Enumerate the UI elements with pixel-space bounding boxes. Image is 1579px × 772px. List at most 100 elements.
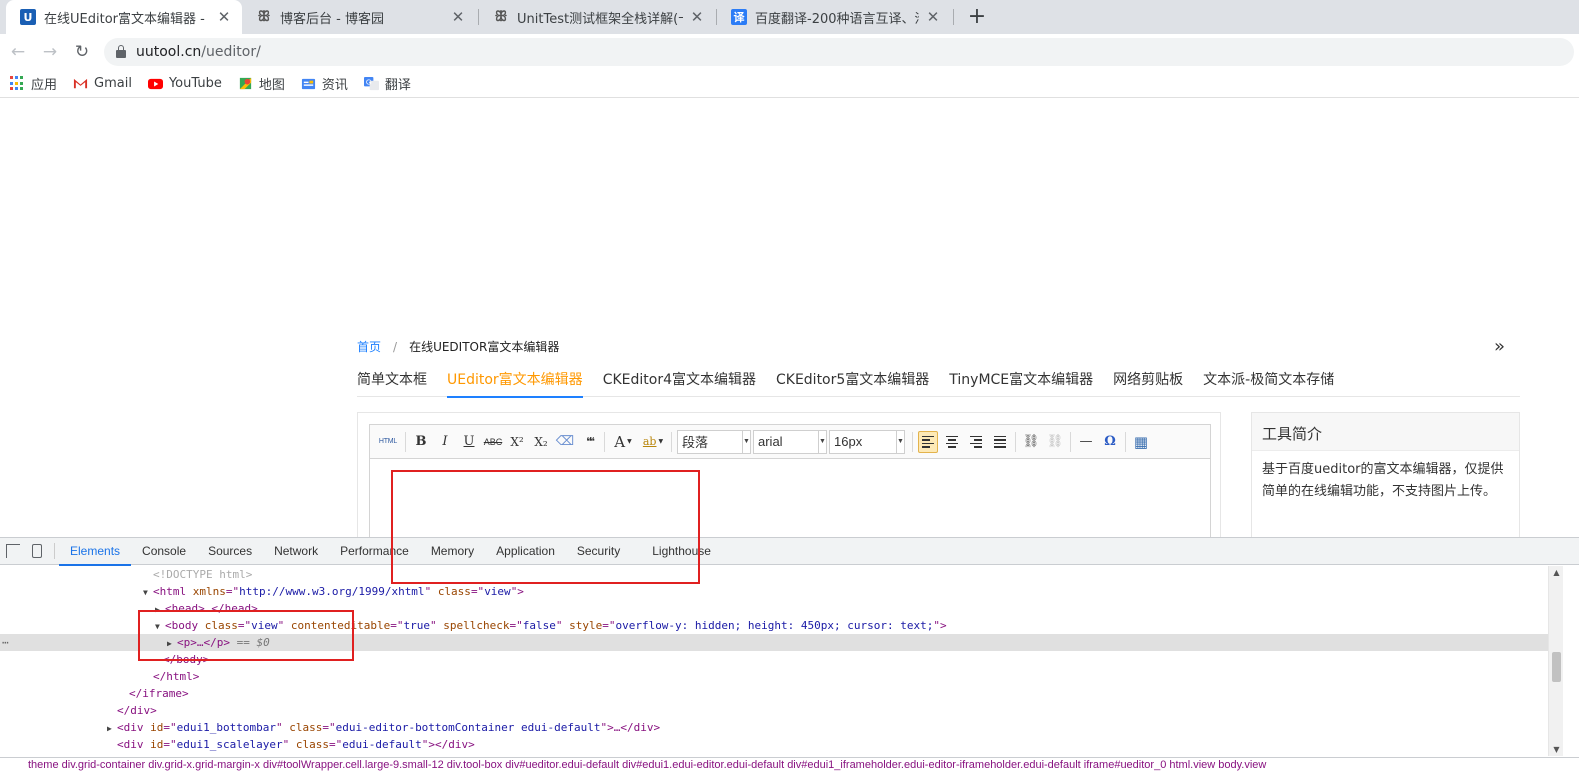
dropdown-arrow-icon: ▼ [896, 430, 904, 453]
bookmark-label: Gmail [94, 76, 132, 91]
devtools-breadcrumb-bar[interactable]: theme div.grid-container div.grid-x.grid… [0, 757, 1579, 772]
bookmark-gmail[interactable]: Gmail [73, 76, 132, 91]
address-bar[interactable]: uutool.cn/ueditor/ [104, 38, 1574, 66]
align-justify-icon [994, 435, 1006, 448]
dom-node-div-close[interactable]: </div> [0, 702, 1548, 719]
reload-button[interactable]: ↻ [70, 40, 94, 64]
attr-value: false [522, 619, 556, 632]
dom-node-html-close[interactable]: </html> [0, 668, 1548, 685]
gmail-icon [73, 78, 88, 89]
close-tag: </html> [153, 670, 200, 683]
attr-value: edui-editor-bottomContainer edui-default [335, 721, 601, 734]
horizontal-rule-icon[interactable]: — [1076, 431, 1096, 453]
attr-value: view [484, 585, 511, 598]
tab-simple-textbox[interactable]: 简单文本框 [357, 369, 427, 397]
device-toolbar-icon[interactable] [32, 544, 42, 558]
news-icon [301, 78, 315, 90]
highlight-color-button[interactable]: ab ▼ [640, 431, 666, 453]
bookmark-label: 地图 [258, 78, 285, 93]
font-color-button[interactable]: A ▼ [610, 431, 636, 453]
breadcrumb-home-link[interactable]: 首页 [357, 338, 381, 355]
tab-title: 百度翻译-200种语言互译、沟通全 [755, 11, 919, 27]
devtools-tab-elements[interactable]: Elements [59, 538, 132, 566]
tab-web-clipboard[interactable]: 网络剪贴板 [1113, 369, 1183, 397]
breadcrumb: 首页 / 在线UEDITOR富文本编辑器 [357, 338, 559, 355]
forward-button[interactable]: → [38, 40, 62, 64]
special-char-omega-icon[interactable]: Ω [1100, 431, 1120, 453]
dom-node-doctype[interactable]: <!DOCTYPE html> [0, 566, 1548, 583]
close-tab-icon[interactable]: ✕ [689, 8, 705, 26]
tab-ueditor[interactable]: UEditor富文本编辑器 [447, 369, 583, 398]
maps-icon [239, 77, 251, 90]
close-tab-icon[interactable]: ✕ [216, 8, 232, 26]
bookmarks-bar: 应用 Gmail YouTube 地图 资讯 G 翻译 [0, 70, 1579, 98]
font-size-select[interactable]: 16px ▼ [829, 429, 905, 454]
paragraph-select[interactable]: 段落 ▼ [677, 429, 751, 454]
inspect-element-icon[interactable] [6, 544, 20, 558]
dom-node-iframe-close[interactable]: </iframe> [0, 685, 1548, 702]
scroll-up-icon[interactable]: ▲ [1549, 568, 1564, 577]
devtools-tab-sources[interactable]: Sources [197, 538, 263, 565]
bookmark-translate[interactable]: G 翻译 [363, 74, 411, 93]
new-tab-button[interactable]: + [965, 3, 989, 31]
font-family-select-value: arial [758, 434, 783, 449]
italic-button[interactable]: I [435, 431, 455, 453]
subscript-button[interactable]: X₂ [531, 431, 551, 453]
dom-node-bottombar[interactable]: ▶ <div id="edui1_bottombar" class="edui-e… [0, 719, 1548, 736]
expand-chevron-icon[interactable]: » [1494, 336, 1505, 357]
eraser-icon[interactable]: ⌫ [555, 431, 575, 453]
browser-tab-ueditor[interactable]: U 在线UEditor富文本编辑器 - UU在 ✕ [6, 0, 242, 34]
close-tag: </iframe> [129, 687, 189, 700]
expand-triangle-icon[interactable]: ▶ [107, 720, 117, 737]
breadcrumb-current: 在线UEDITOR富文本编辑器 [409, 340, 560, 354]
toolbar-separator [1125, 431, 1126, 452]
bold-button[interactable]: B [411, 431, 431, 453]
dom-node-scalelayer[interactable]: <div id="edui1_scalelayer" class="edui-d… [0, 736, 1548, 753]
browser-tab-strip: U 在线UEditor富文本编辑器 - UU在 ✕ ꕥ 博客后台 - 博客园 ✕… [0, 0, 1579, 34]
bookmark-youtube[interactable]: YouTube [147, 76, 222, 91]
font-family-select[interactable]: arial ▼ [753, 429, 827, 454]
superscript-button[interactable]: X² [507, 431, 527, 453]
bookmark-apps[interactable]: 应用 [10, 74, 57, 93]
back-button[interactable]: ← [6, 40, 30, 64]
align-justify-button[interactable] [990, 431, 1010, 453]
unlink-icon[interactable]: ⛓ [1045, 431, 1065, 453]
font-size-select-value: 16px [834, 434, 863, 449]
dom-tree-scrollbar[interactable]: ▲ ▼ [1548, 566, 1563, 756]
tab-ckeditor4[interactable]: CKEditor4富文本编辑器 [603, 369, 756, 397]
blockquote-icon[interactable]: ❝❝ [579, 431, 599, 453]
html-source-button[interactable]: HTML [376, 431, 400, 453]
attr-value: edui1_scalelayer [176, 738, 283, 751]
dom-node-html[interactable]: ▼ <html xmlns="http://www.w3.org/1999/xht… [0, 583, 1548, 600]
browser-tab-unittest[interactable]: ꕥ UnitTest测试框架全栈详解(十) - ✕ [479, 0, 715, 34]
collapse-triangle-icon[interactable]: ▼ [143, 584, 153, 601]
browser-tab-baidu-translate[interactable]: 译 百度翻译-200种语言互译、沟通全 ✕ [717, 0, 951, 34]
dropdown-arrow-icon: ▼ [627, 438, 632, 445]
scroll-down-icon[interactable]: ▼ [1549, 745, 1564, 754]
strikethrough-button[interactable]: ABC [483, 431, 503, 453]
bookmark-maps[interactable]: 地图 [238, 74, 285, 93]
bookmark-label: 应用 [31, 78, 58, 93]
tab-tinymce[interactable]: TinyMCE富文本编辑器 [949, 369, 1093, 397]
bookmark-news[interactable]: 资讯 [301, 74, 348, 93]
underline-button[interactable]: U [459, 431, 479, 453]
tab-title: 在线UEditor富文本编辑器 - UU在 [44, 11, 210, 27]
devtools-tab-network[interactable]: Network [263, 538, 329, 565]
tab-wenbenpai[interactable]: 文本派-极简文本存储 [1203, 369, 1334, 397]
tab-ckeditor5[interactable]: CKEditor5富文本编辑器 [776, 369, 929, 397]
align-right-button[interactable] [966, 431, 986, 453]
toolbar-separator [1015, 431, 1016, 452]
align-center-button[interactable] [942, 431, 962, 453]
link-icon[interactable]: ⛓ [1021, 431, 1041, 453]
close-tab-icon[interactable]: ✕ [925, 8, 941, 26]
browser-tab-cnblogs-admin[interactable]: ꕥ 博客后台 - 博客园 ✕ [242, 0, 476, 34]
tool-intro-body: 基于百度ueditor的富文本编辑器，仅提供简单的在线编辑功能，不支持图片上传。 [1262, 462, 1504, 499]
url-path: /ueditor/ [201, 44, 261, 60]
align-left-button[interactable] [918, 430, 938, 453]
align-right-icon [970, 435, 982, 448]
scrollbar-thumb[interactable] [1552, 652, 1561, 682]
close-tab-icon[interactable]: ✕ [450, 8, 466, 26]
font-color-icon: A [614, 432, 626, 451]
table-icon[interactable]: ▦ [1131, 431, 1151, 453]
devtools-tab-console[interactable]: Console [131, 538, 197, 565]
